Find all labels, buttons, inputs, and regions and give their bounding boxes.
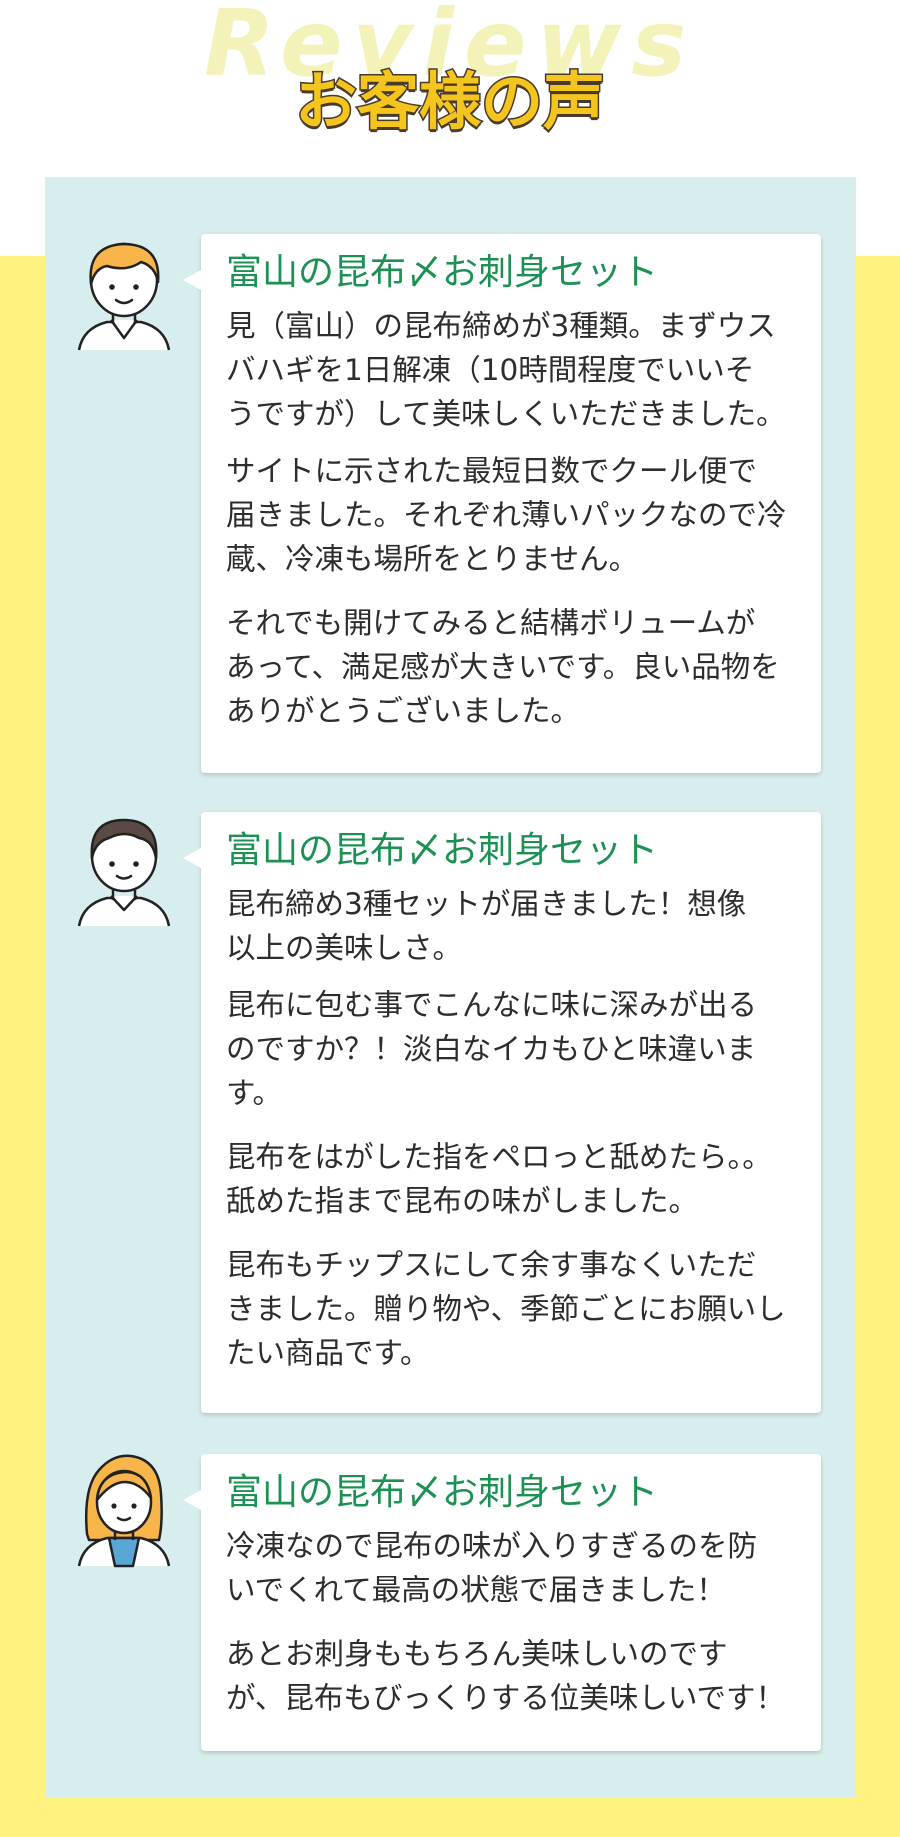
review-line: サイトに示された最短日数でクール便で xyxy=(226,454,758,488)
section-header: Reviews お客様の声 xyxy=(0,0,900,150)
review-line: 舐めた指まで昆布の味がしました。 xyxy=(226,1184,699,1218)
review-title: 富山の昆布〆お刺身セット xyxy=(226,1472,659,1513)
review-line: 昆布締め3種セットが届きました！想像 xyxy=(226,887,747,921)
review-line: 冷凍なので昆布の味が入りすぎるのを防 xyxy=(226,1529,758,1563)
header-title-jp: お客様の声 xyxy=(293,64,606,140)
review-paragraph: 冷凍なので昆布の味が入りすぎるのを防 いでくれて最高の状態で届きました！ xyxy=(226,1524,797,1612)
review-line: 昆布をはがした指をペロっと舐めたら。。 xyxy=(226,1140,772,1174)
review-paragraph: 昆布に包む事でこんなに味に深みが出る のですか？！淡白なイカもひと味違いま す。 xyxy=(226,983,797,1115)
review-line: 昆布もチップスにして余す事なくいただ xyxy=(226,1248,757,1282)
review-line: ありがとうございました。 xyxy=(226,694,581,728)
review-line: きました。贈り物や、季節ごとにお願いし xyxy=(226,1292,786,1326)
reviews-panel: 富山の昆布〆お刺身セット 見（富山）の昆布締めが3種類。まずウス バハギを1日解… xyxy=(45,177,856,1797)
review-line: それでも開けてみると結構ボリュームが xyxy=(226,606,756,640)
review-card: 富山の昆布〆お刺身セット 見（富山）の昆布締めが3種類。まずウス バハギを1日解… xyxy=(183,234,821,773)
review-paragraph: 昆布をはがした指をペロっと舐めたら。。 舐めた指まで昆布の味がしました。 xyxy=(226,1135,797,1223)
review-title: 富山の昆布〆お刺身セット xyxy=(226,252,659,293)
review-line: 昆布に包む事でこんなに味に深みが出る xyxy=(226,988,758,1022)
man-dark-hair-icon xyxy=(77,818,171,927)
review-paragraph: サイトに示された最短日数でクール便で 届きました。それぞれ薄いパックなので冷 蔵… xyxy=(226,449,797,581)
review-title: 富山の昆布〆お刺身セット xyxy=(226,830,659,871)
review-paragraph: それでも開けてみると結構ボリュームが あって、満足感が大きいです。良い品物を あ… xyxy=(226,601,797,733)
review-line: 届きました。それぞれ薄いパックなので冷 xyxy=(226,498,787,532)
review-line: のですか？！淡白なイカもひと味違いま xyxy=(226,1032,757,1066)
review-paragraph: 見（富山）の昆布締めが3種類。まずウス バハギを1日解凍（10時間程度でいいそ … xyxy=(226,304,797,436)
review-paragraph: 昆布締め3種セットが届きました！想像 以上の美味しさ。 xyxy=(226,882,797,970)
review-line: いでくれて最高の状態で届きました！ xyxy=(226,1573,726,1607)
review-card: 富山の昆布〆お刺身セット 昆布締め3種セットが届きました！想像 以上の美味しさ。… xyxy=(183,812,821,1413)
review-line: 以上の美味しさ。 xyxy=(226,931,463,965)
review-line: す。 xyxy=(226,1076,283,1110)
review-line: 見（富山）の昆布締めが3種類。まずウス xyxy=(226,309,776,343)
review-line: 蔵、冷凍も場所をとりません。 xyxy=(226,542,639,576)
review-line: あとお刺身ももちろん美味しいのです xyxy=(226,1637,728,1671)
review-paragraph: あとお刺身ももちろん美味しいのです が、昆布もびっくりする位美味しいです！ xyxy=(226,1632,797,1720)
review-line: が、昆布もびっくりする位美味しいです！ xyxy=(226,1681,786,1715)
woman-orange-hair-icon xyxy=(77,1454,171,1568)
review-line: たい商品です。 xyxy=(226,1336,430,1370)
man-orange-hair-icon xyxy=(77,242,171,351)
review-paragraph: 昆布もチップスにして余す事なくいただ きました。贈り物や、季節ごとにお願いし た… xyxy=(226,1243,797,1375)
review-line: あって、満足感が大きいです。良い品物を xyxy=(226,650,780,684)
review-card: 富山の昆布〆お刺身セット 冷凍なので昆布の味が入りすぎるのを防 いでくれて最高の… xyxy=(183,1454,821,1751)
review-line: うですが）して美味しくいただきました。 xyxy=(226,397,786,431)
review-line: バハギを1日解凍（10時間程度でいいそ xyxy=(226,353,755,387)
